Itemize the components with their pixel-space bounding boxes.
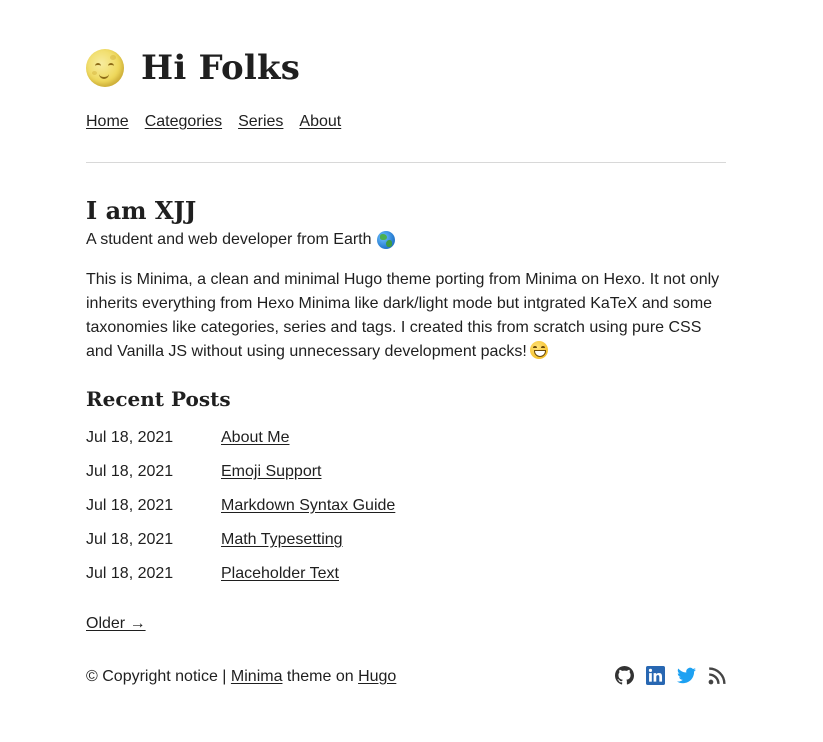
- older-posts-link[interactable]: Older →: [86, 615, 146, 633]
- post-link[interactable]: Math Typesetting: [221, 531, 343, 549]
- post-link[interactable]: Emoji Support: [221, 463, 322, 481]
- list-item: Jul 18, 2021 About Me: [86, 429, 395, 463]
- site-header: Hi Folks: [86, 44, 300, 92]
- grinning-face-icon: [529, 341, 548, 359]
- crater: [92, 71, 97, 75]
- main-nav: Home Categories Series About: [86, 113, 357, 131]
- post-date: Jul 18, 2021: [86, 565, 174, 582]
- mouth: [99, 73, 109, 79]
- hugo-link[interactable]: Hugo: [358, 668, 396, 685]
- site-title[interactable]: Hi Folks: [141, 48, 300, 88]
- copyright-text: © Copyright notice |: [86, 668, 231, 685]
- post-link[interactable]: Markdown Syntax Guide: [221, 497, 395, 515]
- post-date: Jul 18, 2021: [86, 429, 174, 446]
- github-icon[interactable]: [615, 666, 634, 685]
- recent-posts-title: Recent Posts: [86, 387, 231, 411]
- footer-middle-text: theme on: [282, 668, 359, 685]
- full-moon-face-icon[interactable]: [86, 49, 124, 87]
- recent-posts-list: Jul 18, 2021 About Me Jul 18, 2021 Emoji…: [86, 429, 395, 599]
- header-divider: [86, 162, 726, 163]
- intro-subtitle: A student and web developer from Earth: [86, 231, 395, 249]
- twitter-icon[interactable]: [677, 666, 696, 685]
- post-date: Jul 18, 2021: [86, 531, 174, 548]
- intro-title: I am XJJ: [86, 196, 197, 225]
- intro-body: This is Minima, a clean and minimal Hugo…: [86, 268, 726, 364]
- linkedin-icon[interactable]: [646, 666, 665, 685]
- nav-item-categories[interactable]: Categories: [145, 113, 222, 131]
- social-links: [615, 666, 727, 685]
- nav-item-series[interactable]: Series: [238, 113, 283, 131]
- globe-icon: [376, 231, 395, 249]
- post-link[interactable]: Placeholder Text: [221, 565, 339, 583]
- list-item: Jul 18, 2021 Math Typesetting: [86, 531, 395, 565]
- nav-item-about[interactable]: About: [299, 113, 341, 131]
- eye: [108, 63, 114, 68]
- crater: [110, 55, 116, 60]
- theme-link[interactable]: Minima: [231, 668, 283, 685]
- intro-body-text: This is Minima, a clean and minimal Hugo…: [86, 271, 720, 360]
- list-item: Jul 18, 2021 Placeholder Text: [86, 565, 395, 599]
- nav-item-home[interactable]: Home: [86, 113, 129, 131]
- post-date: Jul 18, 2021: [86, 463, 174, 480]
- post-link[interactable]: About Me: [221, 429, 289, 447]
- eye: [95, 63, 101, 68]
- footer-copyright: © Copyright notice | Minima theme on Hug…: [86, 668, 396, 686]
- rss-icon[interactable]: [708, 666, 727, 685]
- intro-subtitle-text: A student and web developer from Earth: [86, 231, 372, 248]
- list-item: Jul 18, 2021 Markdown Syntax Guide: [86, 497, 395, 531]
- post-date: Jul 18, 2021: [86, 497, 174, 514]
- list-item: Jul 18, 2021 Emoji Support: [86, 463, 395, 497]
